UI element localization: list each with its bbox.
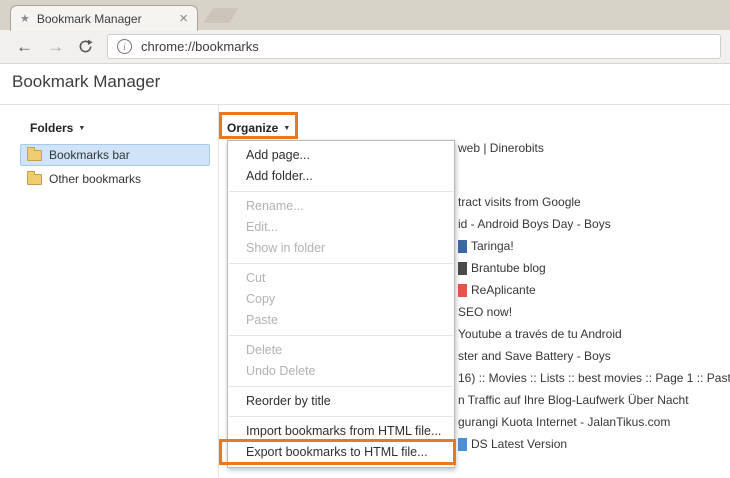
- favicon: [458, 284, 467, 297]
- page-title: Bookmark Manager: [12, 72, 160, 92]
- menu-separator: [229, 263, 453, 264]
- organize-label: Organize: [227, 121, 278, 135]
- bookmark-star-icon: ★: [20, 12, 30, 25]
- menu-item-delete: Delete: [228, 340, 454, 361]
- menu-item-add-folder[interactable]: Add folder...: [228, 166, 454, 187]
- bookmark-item[interactable]: n Traffic auf Ihre Blog-Laufwerk Über Na…: [458, 389, 689, 411]
- header-divider: [0, 104, 730, 105]
- address-bar[interactable]: i chrome://bookmarks: [107, 34, 721, 59]
- bookmark-item[interactable]: DS Latest Version: [458, 433, 567, 455]
- menu-separator: [229, 191, 453, 192]
- bookmark-item[interactable]: tract visits from Google: [458, 191, 581, 213]
- bookmark-title: ster and Save Battery - Boys: [458, 349, 611, 363]
- menu-separator: [229, 416, 453, 417]
- menu-item-export-bookmarks[interactable]: Export bookmarks to HTML file...: [228, 442, 454, 463]
- bookmark-item[interactable]: Youtube a través de tu Android: [458, 323, 622, 345]
- bookmark-title: n Traffic auf Ihre Blog-Laufwerk Über Na…: [458, 393, 689, 407]
- favicon: [458, 240, 467, 253]
- bookmark-title: tract visits from Google: [458, 195, 581, 209]
- bookmark-item[interactable]: ReAplicante: [458, 279, 536, 301]
- menu-item-copy: Copy: [228, 289, 454, 310]
- bookmark-item[interactable]: web | Dinerobits: [458, 137, 544, 159]
- menu-item-cut: Cut: [228, 268, 454, 289]
- bookmark-title: id - Android Boys Day - Boys: [458, 217, 611, 231]
- bookmark-item[interactable]: SEO now!: [458, 301, 512, 323]
- bookmark-title: SEO now!: [458, 305, 512, 319]
- folders-label: Folders: [30, 121, 73, 135]
- menu-item-label: Export bookmarks to HTML file...: [246, 445, 428, 459]
- forward-icon[interactable]: →: [47, 38, 64, 55]
- back-icon[interactable]: ←: [16, 38, 33, 55]
- info-letter: i: [123, 42, 126, 52]
- bookmark-item[interactable]: id - Android Boys Day - Boys: [458, 213, 611, 235]
- reload-icon[interactable]: [78, 39, 93, 54]
- organize-dropdown-button[interactable]: Organize ▼: [227, 119, 290, 137]
- chevron-down-icon: ▼: [78, 125, 85, 132]
- favicon: [458, 438, 467, 451]
- folders-dropdown-button[interactable]: Folders ▼: [30, 119, 85, 137]
- browser-tab[interactable]: ★ Bookmark Manager ×: [10, 5, 198, 31]
- sidebar-item-other-bookmarks[interactable]: Other bookmarks: [20, 168, 210, 190]
- bookmark-item[interactable]: Brantube blog: [458, 257, 546, 279]
- menu-item-edit: Edit...: [228, 217, 454, 238]
- bookmark-item[interactable]: Taringa!: [458, 235, 514, 257]
- chevron-down-icon: ▼: [283, 125, 290, 132]
- sidebar-item-label: Other bookmarks: [49, 172, 141, 186]
- menu-item-paste: Paste: [228, 310, 454, 331]
- menu-item-add-page[interactable]: Add page...: [228, 145, 454, 166]
- menu-item-rename: Rename...: [228, 196, 454, 217]
- bookmark-title: ReAplicante: [471, 283, 536, 297]
- new-tab-button[interactable]: [203, 8, 238, 23]
- page-info-icon[interactable]: i: [117, 39, 132, 54]
- menu-separator: [229, 335, 453, 336]
- sidebar-divider: [218, 105, 219, 478]
- bookmark-title: DS Latest Version: [471, 437, 567, 451]
- bookmark-title: Taringa!: [471, 239, 514, 253]
- bookmark-item[interactable]: ster and Save Battery - Boys: [458, 345, 611, 367]
- bookmark-item[interactable]: gurangi Kuota Internet - JalanTikus.com: [458, 411, 670, 433]
- bookmark-title: Brantube blog: [471, 261, 546, 275]
- tab-strip: ★ Bookmark Manager ×: [0, 0, 730, 30]
- tab-close-icon[interactable]: ×: [179, 11, 188, 26]
- bookmark-title: gurangi Kuota Internet - JalanTikus.com: [458, 415, 670, 429]
- bookmark-item[interactable]: 16) :: Movies :: Lists :: best movies ::…: [458, 367, 730, 389]
- menu-separator: [229, 386, 453, 387]
- folder-icon: [27, 174, 42, 185]
- bookmark-title: 16) :: Movies :: Lists :: best movies ::…: [458, 371, 730, 385]
- menu-item-reorder-by-title[interactable]: Reorder by title: [228, 391, 454, 412]
- tab-title: Bookmark Manager: [37, 12, 172, 26]
- bookmark-title: web | Dinerobits: [458, 141, 544, 155]
- organize-menu: Add page... Add folder... Rename... Edit…: [227, 140, 455, 468]
- sidebar-item-label: Bookmarks bar: [49, 148, 130, 162]
- browser-toolbar: ← → i chrome://bookmarks: [0, 30, 730, 64]
- menu-item-show-in-folder: Show in folder: [228, 238, 454, 259]
- folder-icon: [27, 150, 42, 161]
- bookmark-title: Youtube a través de tu Android: [458, 327, 622, 341]
- menu-item-import-bookmarks[interactable]: Import bookmarks from HTML file...: [228, 421, 454, 442]
- url-text: chrome://bookmarks: [141, 39, 259, 54]
- favicon: [458, 262, 467, 275]
- menu-item-undo-delete: Undo Delete: [228, 361, 454, 382]
- sidebar-item-bookmarks-bar[interactable]: Bookmarks bar: [20, 144, 210, 166]
